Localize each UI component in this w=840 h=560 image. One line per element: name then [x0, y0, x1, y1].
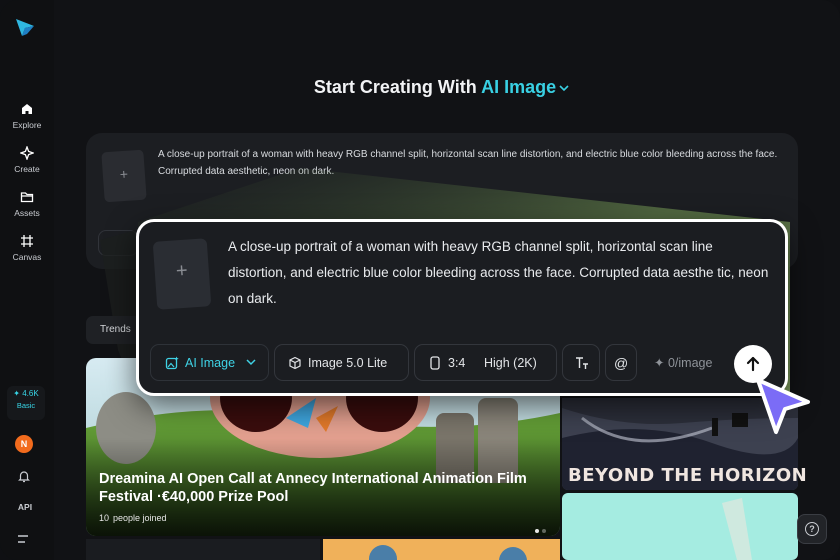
cost-label: 0/image — [667, 356, 713, 370]
featured-participants: 10 people joined — [99, 513, 167, 523]
side-card-title: BEYOND THE HORIZON — [568, 465, 808, 486]
quality-label: High (2K) — [484, 356, 537, 370]
cost-indicator: ✦ 0/image — [654, 355, 712, 370]
at-icon: @ — [614, 355, 629, 371]
help-button[interactable]: ? — [797, 514, 827, 544]
help-icon: ? — [805, 522, 819, 536]
sidebar-item-canvas[interactable]: Canvas — [0, 234, 54, 262]
text-style-button[interactable] — [562, 344, 600, 381]
feed-card-bottom-left[interactable] — [86, 539, 320, 560]
joined-label: people joined — [113, 513, 167, 523]
chevron-down-icon — [559, 85, 569, 92]
text-format-icon — [576, 357, 588, 369]
sidebar-item-label: Canvas — [12, 252, 42, 262]
arrow-up-icon — [746, 356, 760, 372]
credits-amount: ✦ 4.6K — [13, 389, 39, 398]
plus-icon: + — [175, 259, 189, 283]
avatar[interactable]: N — [15, 435, 33, 453]
app-window: Explore Create Assets Canvas ✦ 4.6K Basi… — [0, 0, 840, 560]
sidebar-item-label: Assets — [14, 208, 40, 218]
cube-icon — [289, 356, 301, 370]
teal-scene — [562, 493, 798, 560]
page-title: Start Creating With AI Image — [0, 77, 840, 98]
mode-selector-button[interactable]: AI Image — [150, 344, 269, 381]
sidebar-item-label: Explore — [12, 120, 42, 130]
feed-card-bottom-middle[interactable] — [323, 539, 560, 560]
background-prompt-text: A close-up portrait of a woman with heav… — [158, 149, 778, 177]
sidebar-item-assets[interactable]: Assets — [0, 190, 54, 218]
sidebar-item-label: Create — [14, 164, 40, 174]
folder-icon — [20, 192, 34, 203]
carousel-dot-active[interactable] — [535, 529, 539, 533]
api-link[interactable]: API — [0, 502, 50, 512]
sidebar-item-explore[interactable]: Explore — [0, 102, 54, 130]
image-sparkle-icon — [165, 356, 179, 370]
ratio-quality-button[interactable]: 3:4 High (2K) — [414, 344, 557, 381]
model-selector-button[interactable]: Image 5.0 Lite — [274, 344, 409, 381]
cursor-pointer-icon — [756, 378, 810, 434]
title-prefix: Start Creating With — [313, 77, 477, 97]
sidebar-item-create[interactable]: Create — [0, 146, 54, 174]
model-label: Image 5.0 Lite — [308, 356, 388, 370]
sparkle-icon — [20, 146, 34, 160]
background-image-upload-slot: + — [101, 149, 147, 203]
joined-count: 10 — [99, 513, 110, 523]
aspect-ratio-icon — [430, 356, 440, 370]
spark-icon: ✦ — [654, 356, 668, 370]
plus-icon: + — [119, 165, 129, 183]
mode-label: AI Image — [185, 356, 236, 370]
home-icon — [22, 104, 32, 114]
mention-button[interactable]: @ — [605, 344, 637, 381]
side-card-image-2[interactable] — [562, 493, 798, 560]
menu-icon[interactable] — [17, 533, 31, 545]
canvas-grid-icon — [21, 235, 33, 247]
carousel-dot[interactable] — [542, 529, 546, 533]
chevron-down-icon — [246, 359, 256, 366]
mode-dropdown-label: AI Image — [481, 77, 557, 97]
sky-scene — [323, 539, 560, 560]
app-logo-icon[interactable] — [14, 16, 36, 38]
ratio-label: 3:4 — [448, 356, 466, 370]
background-mode-chip — [98, 230, 138, 256]
mode-dropdown[interactable]: AI Image — [481, 77, 570, 97]
featured-title[interactable]: Dreamina AI Open Call at Annecy Internat… — [99, 470, 549, 506]
plan-label: Basic — [16, 401, 36, 410]
bell-icon[interactable] — [17, 469, 31, 483]
carousel-dots[interactable] — [535, 520, 549, 538]
image-upload-slot[interactable]: + — [152, 238, 212, 310]
credits-badge[interactable]: ✦ 4.6K Basic — [7, 386, 45, 420]
prompt-input[interactable]: A close-up portrait of a woman with heav… — [228, 234, 772, 312]
